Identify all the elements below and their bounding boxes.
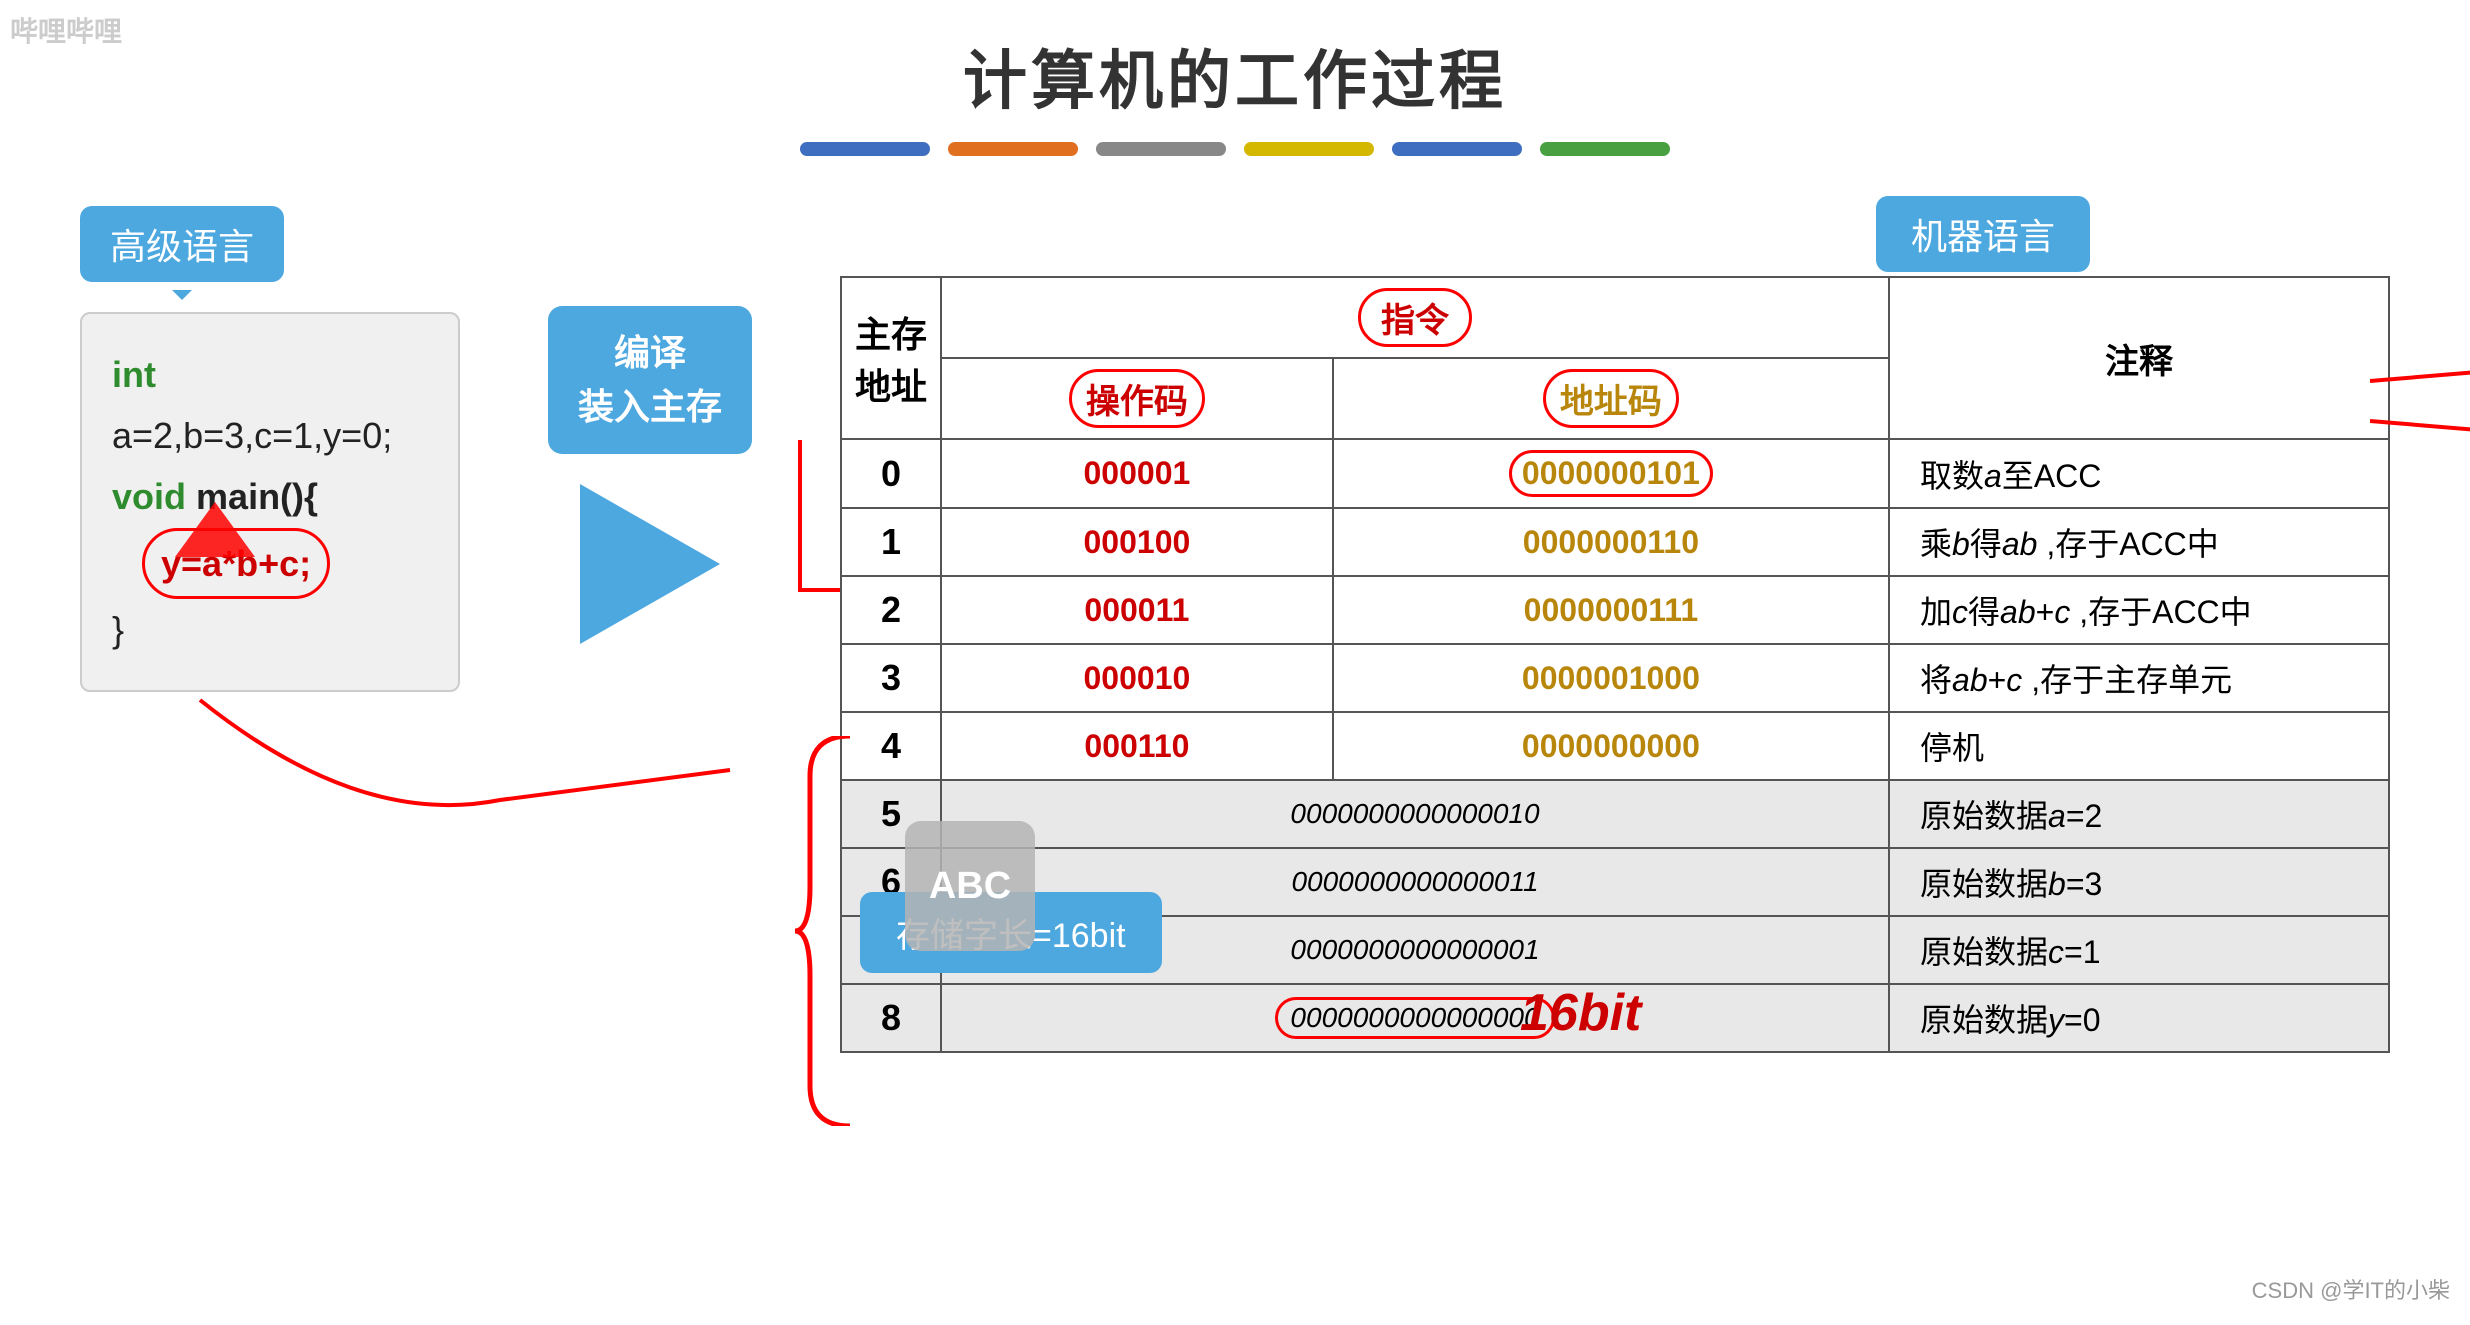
cell-comment-4: 停机 bbox=[1889, 712, 2389, 780]
table-row: 4 000110 0000000000 停机 bbox=[841, 712, 2389, 780]
code-line-2: void main(){ bbox=[112, 466, 428, 527]
highlevel-bubble: 高级语言 bbox=[80, 206, 284, 282]
middle-panel: 编译装入主存 bbox=[520, 306, 780, 644]
cell-opcode-3: 000010 bbox=[941, 644, 1333, 712]
col-header-comment: 注释 bbox=[1889, 277, 2389, 439]
code-line-1: int a=2,b=3,c=1,y=0; bbox=[112, 344, 428, 466]
cell-addr-2: 2 bbox=[841, 576, 941, 644]
data-circled-8: 0000000000000000 bbox=[1275, 997, 1554, 1039]
cell-opcode-4: 000110 bbox=[941, 712, 1333, 780]
left-brace-icon bbox=[790, 736, 870, 1126]
cell-comment-8: 原始数据y=0 bbox=[1889, 984, 2389, 1052]
instruction-header-circled: 指令 bbox=[1358, 288, 1472, 347]
col-header-instruction: 指令 bbox=[941, 277, 1889, 358]
annotation-lines-icon: 6 b bbox=[2370, 361, 2470, 481]
table-row: 3 000010 0000001000 将ab+c ,存于主存单元 bbox=[841, 644, 2389, 712]
cell-opcode-1: 000100 bbox=[941, 508, 1333, 576]
cell-comment-0: 取数a至ACC bbox=[1889, 439, 2389, 508]
cell-addrcode-3: 0000001000 bbox=[1333, 644, 1889, 712]
opcode-header-circled: 操作码 bbox=[1069, 369, 1205, 428]
code-vars: a=2,b=3,c=1,y=0; bbox=[112, 415, 392, 456]
addrcode-header-circled: 地址码 bbox=[1543, 369, 1679, 428]
cell-addr-3: 3 bbox=[841, 644, 941, 712]
page-title: 计算机的工作过程 bbox=[0, 0, 2470, 122]
cell-addr-1: 1 bbox=[841, 508, 941, 576]
col-header-opcode: 操作码 bbox=[941, 358, 1333, 439]
main-content: 高级语言 int a=2,b=3,c=1,y=0; void main(){ y… bbox=[0, 206, 2470, 1053]
watermark-label: 哔哩哔哩 bbox=[10, 10, 122, 50]
cell-opcode-2: 000011 bbox=[941, 576, 1333, 644]
left-panel: 高级语言 int a=2,b=3,c=1,y=0; void main(){ y… bbox=[80, 206, 460, 692]
col-header-addrcode: 地址码 bbox=[1333, 358, 1889, 439]
cell-comment-3: 将ab+c ,存于主存单元 bbox=[1889, 644, 2389, 712]
cell-addrcode-1: 0000000110 bbox=[1333, 508, 1889, 576]
red-triangle-icon bbox=[175, 502, 255, 562]
color-bar-item-2 bbox=[948, 142, 1078, 156]
color-bar-item-4 bbox=[1244, 142, 1374, 156]
code-box: int a=2,b=3,c=1,y=0; void main(){ y=a*b+… bbox=[80, 312, 460, 692]
cell-addrcode-0: 0000000101 bbox=[1333, 439, 1889, 508]
closing-brace: } bbox=[112, 609, 124, 650]
color-bar-item-3 bbox=[1096, 142, 1226, 156]
abc-keyboard-icon: ABC bbox=[905, 821, 1035, 951]
compile-arrow-icon bbox=[580, 484, 720, 644]
cell-addr-0: 0 bbox=[841, 439, 941, 508]
cell-data-8: 0000000000000000 bbox=[941, 984, 1889, 1052]
color-bar-item-1 bbox=[800, 142, 930, 156]
color-bar bbox=[0, 142, 2470, 156]
compile-bubble: 编译装入主存 bbox=[548, 306, 752, 454]
machine-bubble: 机器语言 bbox=[1876, 196, 2090, 272]
cell-comment-1: 乘b得ab ,存于ACC中 bbox=[1889, 508, 2389, 576]
table-row: 2 000011 0000000111 加c得ab+c ,存于ACC中 bbox=[841, 576, 2389, 644]
keyword-int: int bbox=[112, 354, 156, 395]
col-header-addr: 主存地址 bbox=[841, 277, 941, 439]
cell-comment-5: 原始数据a=2 bbox=[1889, 780, 2389, 848]
csdn-label: CSDN @学IT的小柴 bbox=[2252, 1273, 2450, 1305]
cell-comment-6: 原始数据b=3 bbox=[1889, 848, 2389, 916]
addrcode-circled-0: 0000000101 bbox=[1509, 450, 1713, 497]
color-bar-item-6 bbox=[1540, 142, 1670, 156]
cell-opcode-0: 000001 bbox=[941, 439, 1333, 508]
right-panel: 机器语言 主存地址 指令 注释 操作码 bbox=[840, 206, 2390, 1053]
cell-comment-2: 加c得ab+c ,存于ACC中 bbox=[1889, 576, 2389, 644]
table-row: 0 000001 0000000101 取数a至ACC bbox=[841, 439, 2389, 508]
color-bar-item-5 bbox=[1392, 142, 1522, 156]
table-row: 5 0000000000000010 原始数据a=2 bbox=[841, 780, 2389, 848]
cell-addrcode-4: 0000000000 bbox=[1333, 712, 1889, 780]
table-row: 1 000100 0000000110 乘b得ab ,存于ACC中 bbox=[841, 508, 2389, 576]
cell-addrcode-2: 0000000111 bbox=[1333, 576, 1889, 644]
cell-data-5: 0000000000000010 bbox=[941, 780, 1889, 848]
code-line-4: } bbox=[112, 599, 428, 660]
sixteen-bit-label: 16bit bbox=[1520, 983, 1641, 1043]
cell-comment-7: 原始数据c=1 bbox=[1889, 916, 2389, 984]
